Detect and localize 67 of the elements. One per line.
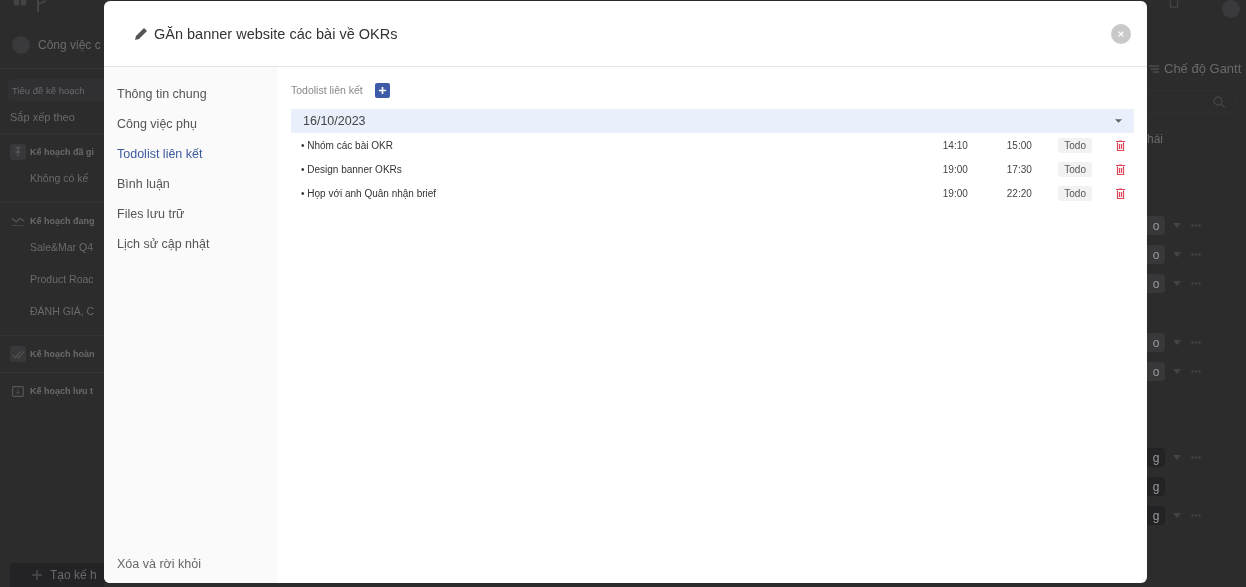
status-pill[interactable]: o [1147,216,1165,235]
caret-icon [1115,119,1122,123]
status-badge: Todo [1058,161,1092,177]
logo-icon [36,0,46,12]
status-pill[interactable]: g [1147,448,1165,467]
archived-plan-icon [10,383,26,399]
sidebar-tab[interactable]: Bình luận [117,169,170,199]
task-name[interactable]: • Design banner OKRs [301,163,933,175]
create-plan-button[interactable]: Tạo kế h [10,563,104,587]
view-mode-button[interactable]: Chế độ Gantt [1164,61,1242,76]
column-header: hái [1147,131,1164,146]
close-button[interactable] [1111,23,1131,44]
plus-icon [32,570,42,580]
group-title[interactable]: Kế hoạch đang [30,216,95,226]
trash-icon[interactable] [1116,163,1125,175]
section-label: Todolist liên kết [291,84,363,96]
caret-icon[interactable] [1173,369,1181,374]
status-pill[interactable]: o [1147,274,1165,293]
end-time: 17:30 [1005,163,1033,175]
sidebar-tab[interactable]: Todolist liên kết [117,139,203,169]
status-badge: Todo [1058,137,1092,153]
group-title[interactable]: Kế hoạch hoàn [30,349,95,359]
group-title[interactable]: Kế hoạch đã gi [30,147,94,157]
sidebar-tab[interactable]: Files lưu trữ [117,199,185,229]
start-time: 19:00 [941,187,969,199]
done-plan-icon [10,346,26,362]
status-pill[interactable]: o [1147,245,1165,264]
status-pill[interactable]: o [1147,333,1165,352]
sidebar-tab[interactable]: Thông tin chung [117,79,207,109]
pencil-icon [134,26,148,41]
task-name[interactable]: • Nhóm các bài OKR [301,139,933,151]
sidebar-tab[interactable]: Lịch sử cập nhật [117,229,210,259]
trash-icon[interactable] [1116,187,1125,199]
plus-icon [377,85,387,95]
group-title[interactable]: Kế hoạch lưu t [30,386,94,396]
plan-item[interactable]: Product Roac [10,263,104,295]
pinned-plan-icon [10,144,26,160]
start-time: 14:10 [941,139,969,151]
date-group-header[interactable]: 16/10/2023 [291,109,1134,133]
trash-icon[interactable] [1116,139,1125,151]
status-pill[interactable]: g [1147,506,1165,525]
caret-icon[interactable] [1173,281,1181,286]
sidebar-tab[interactable]: Công việc phụ [117,109,197,139]
app-title: Công việc c [38,38,101,52]
status-pill[interactable]: o [1147,362,1165,381]
filter-lines-icon [1149,64,1159,73]
end-time: 22:20 [1005,187,1033,199]
plan-item[interactable]: ĐÁNH GIÁ, C [10,295,104,327]
caret-icon[interactable] [1173,340,1181,345]
caret-icon[interactable] [1173,513,1181,518]
close-icon [1117,29,1125,38]
plan-item[interactable]: Sale&Mar Q4 [10,231,104,263]
status-pill[interactable]: g [1147,477,1165,496]
dialog-title: GĂn banner website các bài về OKRs [154,25,398,42]
caret-icon[interactable] [1173,455,1181,460]
add-button[interactable] [374,82,390,98]
date-label: 16/10/2023 [303,114,366,128]
caret-icon[interactable] [1173,223,1181,228]
end-time: 15:00 [1005,139,1033,151]
delete-and-leave-link[interactable]: Xóa và rời khỏi [117,557,201,571]
caret-icon[interactable] [1173,252,1181,257]
status-badge: Todo [1058,185,1092,201]
sort-label: Sắp xếp theo [9,110,76,125]
search-icon[interactable] [1213,96,1225,108]
plan-item[interactable]: Không có kế [10,162,104,194]
task-name[interactable]: • Họp với anh Quân nhận brief [301,187,933,199]
start-time: 19:00 [941,163,969,175]
